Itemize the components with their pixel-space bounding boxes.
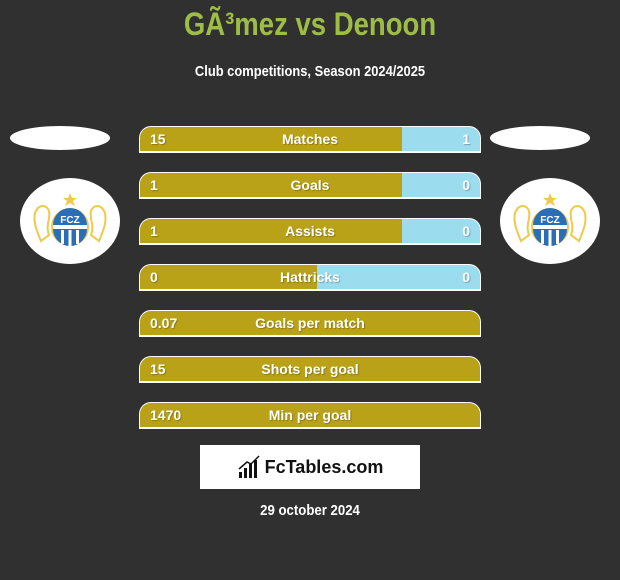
stat-row-shots-per-goal: 15 Shots per goal xyxy=(139,356,481,383)
left-team-name-placeholder xyxy=(10,126,110,150)
fc-zurich-crest-icon: FCZ xyxy=(513,193,587,246)
stat-row-min-per-goal: 1470 Min per goal xyxy=(139,402,481,429)
page-title: GÃ³mez vs Denoon xyxy=(183,6,437,42)
right-team-name-placeholder xyxy=(490,126,590,150)
right-value: 0 xyxy=(462,223,470,239)
competition-subtitle: Club competitions, Season 2024/2025 xyxy=(194,63,426,80)
stat-label: Hattricks xyxy=(280,269,340,285)
date-label: 29 october 2024 xyxy=(260,502,360,519)
stat-row-goals: 1 Goals 0 xyxy=(139,172,481,199)
stat-row-goals-per-match: 0.07 Goals per match xyxy=(139,310,481,337)
stat-row-hattricks: 0 Hattricks 0 xyxy=(139,264,481,291)
right-value: 0 xyxy=(462,177,470,193)
brand-name: FcTables.com xyxy=(264,456,384,477)
left-team-logo[interactable]: FCZ xyxy=(20,178,120,264)
stat-label: Matches xyxy=(281,131,339,147)
stat-label: Assists xyxy=(285,223,335,239)
fctables-brand-link[interactable]: FcTables.com xyxy=(200,445,420,489)
stat-row-matches: 15 Matches 1 xyxy=(139,126,481,153)
bar-chart-icon xyxy=(238,455,260,478)
stat-label: Goals per match xyxy=(255,315,365,331)
stat-label: Shots per goal xyxy=(261,361,359,377)
right-value: 0 xyxy=(462,269,470,285)
stat-label: Min per goal xyxy=(268,407,352,423)
logo-text: FCZ xyxy=(540,215,559,226)
stat-row-assists: 1 Assists 0 xyxy=(139,218,481,245)
logo-text: FCZ xyxy=(60,215,79,226)
right-value: 1 xyxy=(462,131,470,147)
fc-zurich-crest-icon: FCZ xyxy=(33,193,107,246)
stat-label: Goals xyxy=(290,177,330,193)
right-team-logo[interactable]: FCZ xyxy=(500,178,600,264)
